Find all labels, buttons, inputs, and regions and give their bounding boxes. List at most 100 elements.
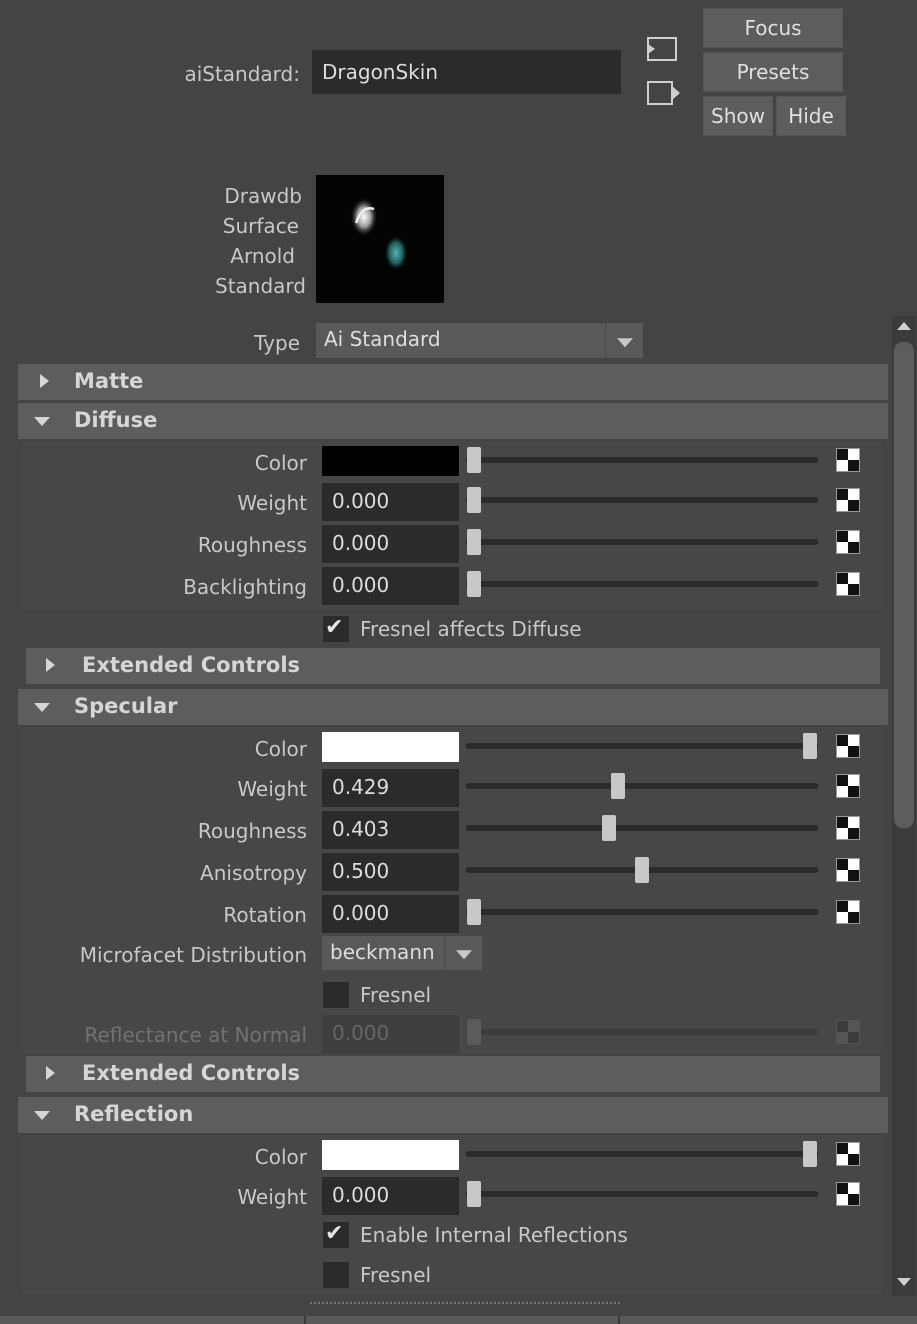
expand-arrow-icon: [40, 374, 49, 388]
scroll-down-icon[interactable]: [897, 1278, 911, 1286]
reflection-fresnel-checkbox[interactable]: [323, 1262, 349, 1288]
scrollbar[interactable]: [892, 316, 916, 1296]
checker-map-icon[interactable]: [836, 734, 860, 758]
microfacet-distribution-label: Microfacet Distribution: [79, 943, 307, 967]
select-node-icon[interactable]: [646, 80, 682, 106]
diffuse-color-slider[interactable]: [466, 457, 818, 463]
expand-arrow-icon: [46, 658, 55, 672]
slider-handle[interactable]: [467, 1181, 481, 1207]
diffuse-roughness-slider[interactable]: [466, 539, 818, 545]
diffuse-weight-label: Weight: [237, 491, 307, 515]
expand-arrow-icon: [46, 1066, 55, 1080]
footer-bar: [0, 1316, 917, 1324]
section-matte[interactable]: Matte: [18, 364, 888, 400]
microfacet-distribution-value: beckmann: [330, 940, 435, 964]
diffuse-backlighting-field[interactable]: 0.000: [322, 567, 459, 605]
slider-handle[interactable]: [467, 487, 481, 513]
specular-rotation-slider[interactable]: [466, 909, 818, 915]
slider-handle[interactable]: [602, 815, 616, 841]
section-reflection[interactable]: Reflection: [18, 1097, 888, 1133]
specular-anisotropy-field[interactable]: 0.500: [322, 853, 459, 891]
reflectance-at-normal-label: Reflectance at Normal: [84, 1023, 307, 1047]
focus-button[interactable]: Focus: [703, 8, 843, 48]
specular-rotation-field[interactable]: 0.000: [322, 895, 459, 933]
diffuse-roughness-field[interactable]: 0.000: [322, 525, 459, 563]
diffuse-weight-field[interactable]: 0.000: [322, 483, 459, 521]
show-button[interactable]: Show: [703, 96, 773, 136]
checker-map-icon[interactable]: [836, 572, 860, 596]
checker-map-icon[interactable]: [836, 488, 860, 512]
type-dropdown[interactable]: Ai Standard: [316, 323, 643, 358]
slider-handle[interactable]: [611, 773, 625, 799]
section-specular[interactable]: Specular: [18, 689, 888, 725]
type-dropdown-value: Ai Standard: [324, 327, 441, 351]
checker-map-icon[interactable]: [836, 1142, 860, 1166]
fresnel-affects-diffuse-checkbox[interactable]: ✔: [323, 615, 349, 642]
collapse-arrow-icon: [34, 1111, 50, 1120]
section-title: Matte: [74, 369, 144, 393]
slider-handle[interactable]: [467, 571, 481, 597]
section-diffuse-extended-controls[interactable]: Extended Controls: [26, 648, 880, 684]
presets-button[interactable]: Presets: [703, 52, 843, 92]
section-title: Extended Controls: [82, 653, 301, 677]
specular-roughness-slider[interactable]: [466, 825, 818, 831]
scrollbar-thumb[interactable]: [894, 342, 914, 828]
specular-color-swatch[interactable]: [322, 732, 459, 762]
reflection-weight-slider[interactable]: [466, 1191, 818, 1197]
node-name-field[interactable]: DragonSkin: [312, 50, 621, 94]
diffuse-roughness-label: Roughness: [197, 533, 307, 557]
reflectance-at-normal-field: 0.000: [322, 1015, 459, 1053]
slider-handle[interactable]: [635, 857, 649, 883]
diffuse-weight-slider[interactable]: [466, 497, 818, 503]
diffuse-backlighting-slider[interactable]: [466, 581, 818, 587]
specular-fresnel-checkbox[interactable]: [323, 982, 349, 1008]
specular-color-label: Color: [254, 737, 307, 761]
chevron-down-icon: [444, 936, 482, 970]
checker-map-icon: [836, 1020, 860, 1044]
specular-rotation-label: Rotation: [223, 903, 307, 927]
swatch-caption-line-1: Drawdb: [224, 184, 302, 208]
slider-handle[interactable]: [467, 529, 481, 555]
slider-handle[interactable]: [803, 733, 817, 759]
specular-anisotropy-label: Anisotropy: [200, 861, 307, 885]
slider-handle[interactable]: [467, 447, 481, 473]
slider-handle[interactable]: [467, 899, 481, 925]
specular-roughness-field[interactable]: 0.403: [322, 811, 459, 849]
checker-map-icon[interactable]: [836, 448, 860, 472]
checkmark-icon: ✔: [325, 1221, 344, 1246]
specular-fresnel-label: Fresnel: [360, 983, 432, 1007]
reflection-color-label: Color: [254, 1145, 307, 1169]
checker-map-icon[interactable]: [836, 858, 860, 882]
slider-handle[interactable]: [803, 1141, 817, 1167]
section-diffuse[interactable]: Diffuse: [18, 403, 888, 439]
section-specular-extended-controls[interactable]: Extended Controls: [26, 1056, 880, 1092]
reflection-weight-field[interactable]: 0.000: [322, 1177, 459, 1215]
reflection-color-swatch[interactable]: [322, 1140, 459, 1170]
checker-map-icon[interactable]: [836, 816, 860, 840]
reflection-color-slider[interactable]: [466, 1151, 818, 1157]
reflectance-at-normal-slider: [466, 1029, 818, 1035]
panel-resize-handle[interactable]: [310, 1302, 620, 1304]
fresnel-affects-diffuse-label: Fresnel affects Diffuse: [360, 617, 582, 641]
microfacet-distribution-dropdown[interactable]: beckmann: [322, 936, 482, 970]
type-label: Type: [254, 331, 300, 355]
checker-map-icon[interactable]: [836, 774, 860, 798]
specular-color-slider[interactable]: [466, 743, 818, 749]
swatch-caption-line-3: Arnold: [230, 244, 295, 268]
specular-weight-slider[interactable]: [466, 783, 818, 789]
material-swatch-preview[interactable]: [316, 175, 444, 303]
diffuse-color-label: Color: [254, 451, 307, 475]
specular-weight-label: Weight: [237, 777, 307, 801]
hide-button[interactable]: Hide: [776, 96, 846, 136]
enable-internal-reflections-checkbox[interactable]: ✔: [323, 1221, 349, 1248]
checker-map-icon[interactable]: [836, 900, 860, 924]
specular-weight-field[interactable]: 0.429: [322, 769, 459, 807]
copy-tab-icon[interactable]: [646, 36, 678, 62]
checker-map-icon[interactable]: [836, 530, 860, 554]
diffuse-color-swatch[interactable]: [322, 446, 459, 476]
checker-map-icon[interactable]: [836, 1182, 860, 1206]
chevron-down-icon: [605, 323, 643, 358]
footer-divider: [304, 1316, 306, 1324]
section-title: Specular: [74, 694, 178, 718]
scroll-up-icon[interactable]: [897, 322, 911, 330]
